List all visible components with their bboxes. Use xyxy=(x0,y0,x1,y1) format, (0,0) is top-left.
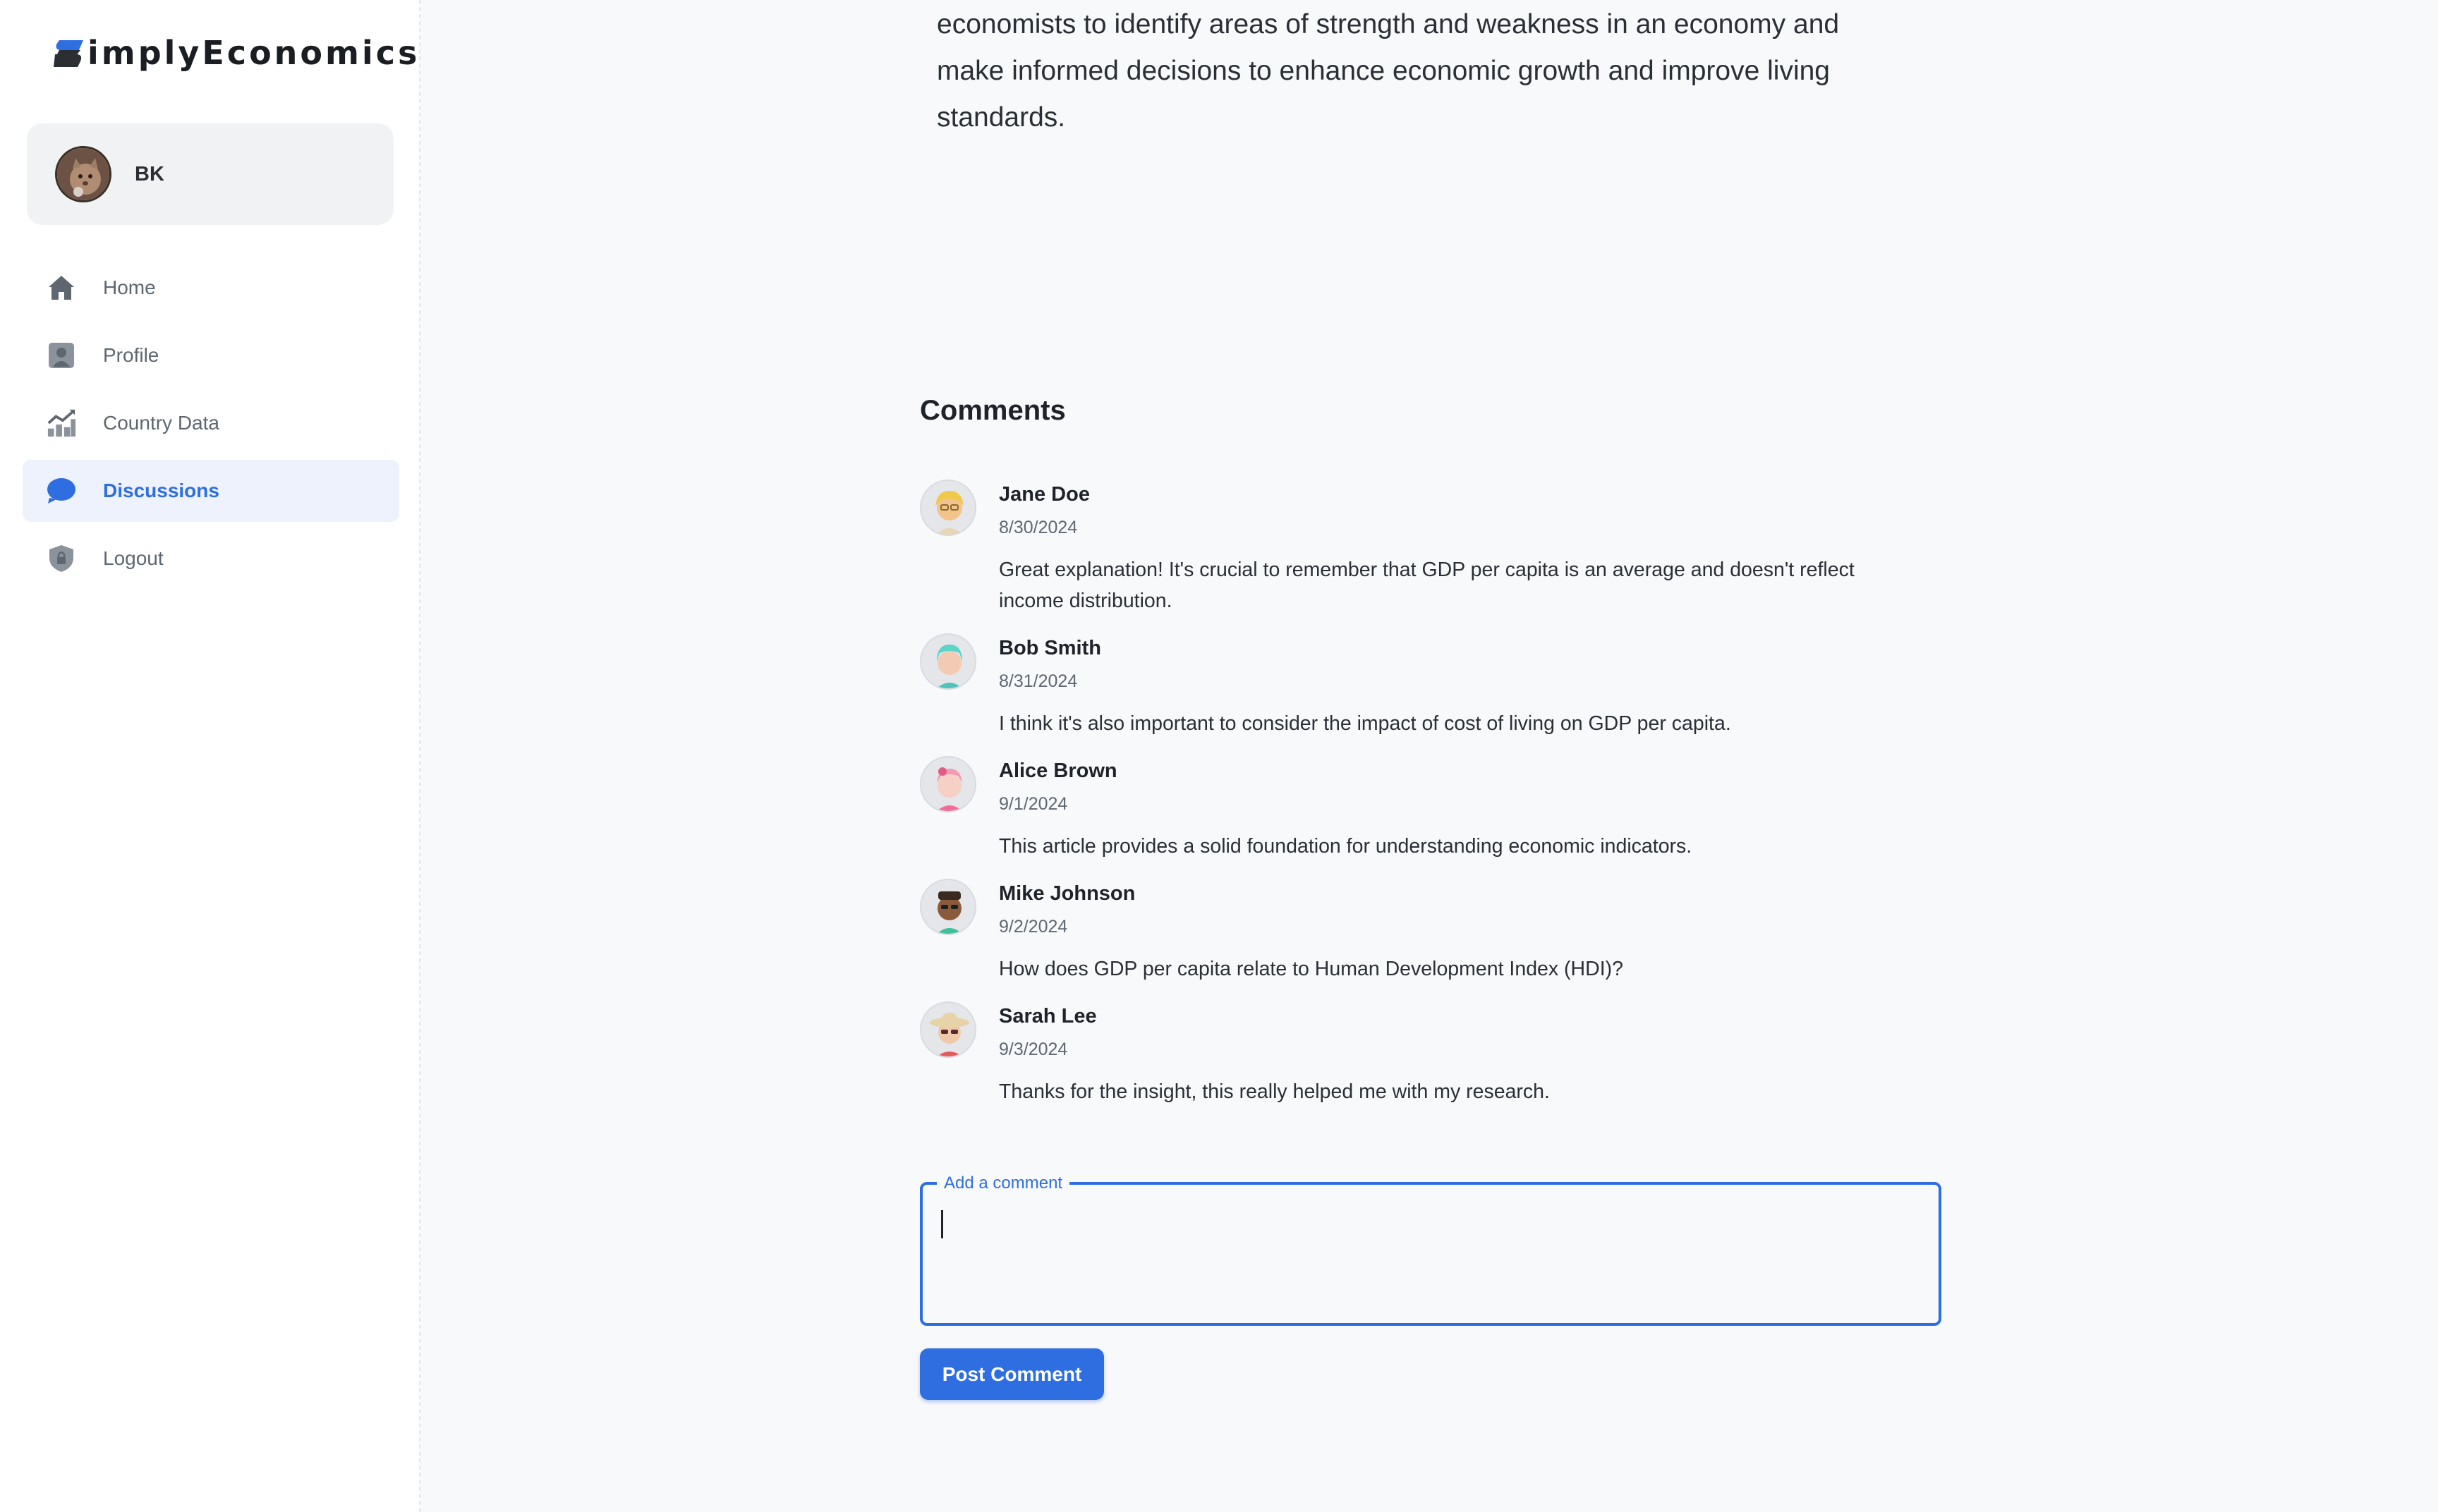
profile-icon xyxy=(47,341,76,370)
home-icon xyxy=(47,273,76,303)
cat-avatar-icon xyxy=(57,148,109,200)
logo-s-mark-icon xyxy=(54,40,83,67)
comments-heading: Comments xyxy=(920,395,1066,426)
comment-date: 9/3/2024 xyxy=(999,1040,1068,1059)
comment-input-field: Add a comment xyxy=(920,1171,1941,1326)
comment-item: Sarah Lee 9/3/2024 Thanks for the insigh… xyxy=(920,1001,1908,1107)
sidebar-item-label: Home xyxy=(103,276,156,298)
comment-text: How does GDP per capita relate to Human … xyxy=(999,958,1623,980)
sidebar-item-logout[interactable]: Logout xyxy=(23,528,399,590)
commenter-avatar xyxy=(920,633,976,690)
comment-author[interactable]: Bob Smith xyxy=(999,633,1908,663)
commenter-avatar xyxy=(920,756,976,812)
user-avatar xyxy=(55,146,111,202)
commenter-avatar xyxy=(920,1001,976,1058)
comment-text: This article provides a solid foundation… xyxy=(999,835,1692,858)
comment-item: Bob Smith 8/31/2024 I think it's also im… xyxy=(920,633,1908,739)
comment-text: Great explanation! It's crucial to remem… xyxy=(999,559,1855,612)
user-name: BK xyxy=(135,162,164,185)
commenter-avatar xyxy=(920,480,976,536)
comment-item: Mike Johnson 9/2/2024 How does GDP per c… xyxy=(920,879,1908,984)
sidebar-item-discussions[interactable]: Discussions xyxy=(23,460,399,522)
comment-date: 8/31/2024 xyxy=(999,671,1078,691)
comment-item: Alice Brown 9/1/2024 This article provid… xyxy=(920,756,1908,862)
chat-bubble-icon xyxy=(47,476,76,506)
shield-lock-icon xyxy=(47,544,76,573)
sidebar-item-country-data[interactable]: Country Data xyxy=(23,392,399,454)
sidebar-nav: Home Profile Country Data Discussions Lo… xyxy=(23,257,399,595)
comment-date: 8/30/2024 xyxy=(999,518,1078,537)
sidebar-item-label: Profile xyxy=(103,344,159,366)
comment-author[interactable]: Alice Brown xyxy=(999,756,1908,786)
sidebar-item-home[interactable]: Home xyxy=(23,257,399,319)
sidebar-item-label: Logout xyxy=(103,547,164,569)
comments-list: Jane Doe 8/30/2024 Great explanation! It… xyxy=(920,480,1908,1107)
sidebar: implyEconomics BK Home Profile Country D… xyxy=(0,0,420,1512)
sidebar-item-profile[interactable]: Profile xyxy=(23,324,399,386)
commenter-avatar xyxy=(920,879,976,935)
article-line: standards. xyxy=(937,102,1066,133)
comment-text: Thanks for the insight, this really help… xyxy=(999,1080,1550,1103)
article-line: make informed decisions to enhance econo… xyxy=(937,56,1830,86)
comment-input[interactable] xyxy=(938,1205,1923,1309)
app-logo-text: implyEconomics xyxy=(87,34,420,72)
sidebar-item-label: Country Data xyxy=(103,412,219,434)
app-logo[interactable]: implyEconomics xyxy=(52,30,420,76)
comment-date: 9/2/2024 xyxy=(999,917,1068,937)
comment-text: I think it's also important to consider … xyxy=(999,712,1731,735)
comment-author[interactable]: Mike Johnson xyxy=(999,879,1908,908)
comment-item: Jane Doe 8/30/2024 Great explanation! It… xyxy=(920,480,1908,616)
article-body: economists to identify areas of strength… xyxy=(937,1,1896,141)
comment-author[interactable]: Jane Doe xyxy=(999,480,1908,509)
post-comment-button[interactable]: Post Comment xyxy=(920,1348,1104,1400)
article-line: economists to identify areas of strength… xyxy=(937,9,1840,39)
user-card[interactable]: BK xyxy=(27,123,394,225)
chart-icon xyxy=(47,408,76,438)
comment-input-label: Add a comment xyxy=(937,1171,1070,1196)
comment-date: 9/1/2024 xyxy=(999,794,1068,814)
sidebar-item-label: Discussions xyxy=(103,480,219,501)
text-cursor xyxy=(941,1210,943,1238)
comment-author[interactable]: Sarah Lee xyxy=(999,1001,1908,1031)
